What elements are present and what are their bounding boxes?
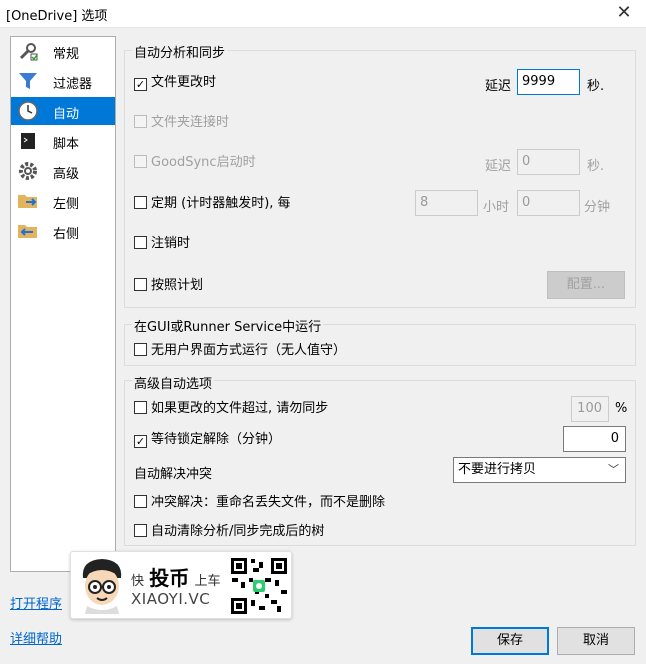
minutes-input[interactable]: 0 [517,190,580,216]
clock-icon [18,101,38,121]
hours-label: 小时 [483,200,510,215]
wait-minutes-input[interactable]: 0 [563,426,626,452]
sidebar-item-right[interactable]: 右侧 [11,217,115,245]
folder-connect-checkbox[interactable]: 文件夹连接时 [134,115,229,131]
sidebar-item-label: 左侧 [53,197,80,212]
folder-right-arrow-icon [18,195,37,208]
auto-clear-tree-checkbox[interactable]: 自动清除分析/同步完成后的树 [134,524,324,540]
detail-help-link[interactable]: 详细帮助 [10,628,62,647]
delay-label: 延迟 [485,79,512,94]
goodsync-start-checkbox[interactable]: GoodSync启动时 [134,155,256,171]
save-button[interactable]: 保存 [471,627,549,655]
auto-resolve-label: 自动解决冲突 [134,467,213,482]
watermark-badge: 快 投币 上车 XIAOYI.VC [70,551,292,619]
configure-button[interactable]: 配置... [547,271,625,299]
delay2-seconds-input[interactable]: 0 [517,149,580,175]
auto-resolve-select[interactable]: 不要进行拷贝 ﹀ [453,457,626,483]
wrench-icon [19,43,38,61]
advanced-auto-group-title: 高级自动选项 [132,373,215,392]
gui-runner-group-title: 在GUI或Runner Service中运行 [132,316,324,335]
watermark-line1: 快 投币 上车 [131,566,221,590]
percent-label: % [615,401,628,416]
seconds2-label: 秒. [587,159,605,174]
chevron-down-icon: ﹀ [608,463,619,476]
auto-sync-group-title: 自动分析和同步 [132,42,228,61]
dont-sync-if-changed-checkbox[interactable]: 如果更改的文件超过, 请勿同步 [134,401,328,417]
filter-icon [19,73,37,89]
window-title: [OneDrive] 选项 [6,9,108,24]
schedule-checkbox[interactable]: 按照计划 [134,278,203,294]
terminal-icon [21,133,35,149]
checkmark-icon: ✓ [134,78,147,91]
minutes-label: 分钟 [584,200,611,215]
sidebar-item-advanced[interactable]: 高级 [11,157,115,185]
sidebar-item-auto[interactable]: 自动 [11,97,115,125]
periodic-checkbox[interactable]: 定期 (计时器触发时), 每 [134,196,291,212]
sidebar: 常规 过滤器 自动 脚本 高级 左侧 右侧 [10,36,116,572]
cartoon-avatar-icon [82,559,122,614]
title-bar: [OneDrive] 选项 ✕ [0,0,646,28]
sidebar-item-filters[interactable]: 过滤器 [11,67,115,95]
sidebar-item-label: 自动 [53,107,80,122]
unattended-checkbox[interactable]: 无用户界面方式运行（无人值守） [134,343,346,359]
sidebar-item-general[interactable]: 常规 [11,37,115,65]
delay-seconds-input[interactable]: 9999 [517,69,580,95]
sidebar-item-label: 右侧 [53,227,80,242]
logoff-checkbox[interactable]: 注销时 [134,236,190,252]
sidebar-item-label: 过滤器 [53,77,93,92]
qr-code-icon [229,556,289,616]
checkmark-icon: ✓ [134,435,147,448]
cancel-button[interactable]: 取消 [557,627,635,655]
sidebar-item-label: 高级 [53,167,80,182]
sidebar-item-scripts[interactable]: 脚本 [11,127,115,155]
sidebar-item-label: 常规 [53,47,80,62]
seconds-label: 秒. [587,79,605,94]
hours-input[interactable]: 8 [415,190,478,216]
close-icon[interactable]: ✕ [610,2,638,26]
conflict-rename-checkbox[interactable]: 冲突解决：重命名丢失文件，而不是删除 [134,495,385,511]
open-program-link[interactable]: 打开程序 [10,593,62,612]
watermark-line2: XIAOYI.VC [131,590,211,608]
wait-unlock-checkbox[interactable]: ✓ 等待锁定解除（分钟） [134,432,281,448]
percent-input[interactable]: 100 [571,396,609,422]
sidebar-item-label: 脚本 [53,137,80,152]
gear-icon [19,162,37,180]
delay2-label: 延迟 [485,159,512,174]
sidebar-item-left[interactable]: 左侧 [11,187,115,215]
folder-left-arrow-icon [18,225,37,238]
file-changed-checkbox[interactable]: ✓ 文件更改时 [134,75,216,91]
